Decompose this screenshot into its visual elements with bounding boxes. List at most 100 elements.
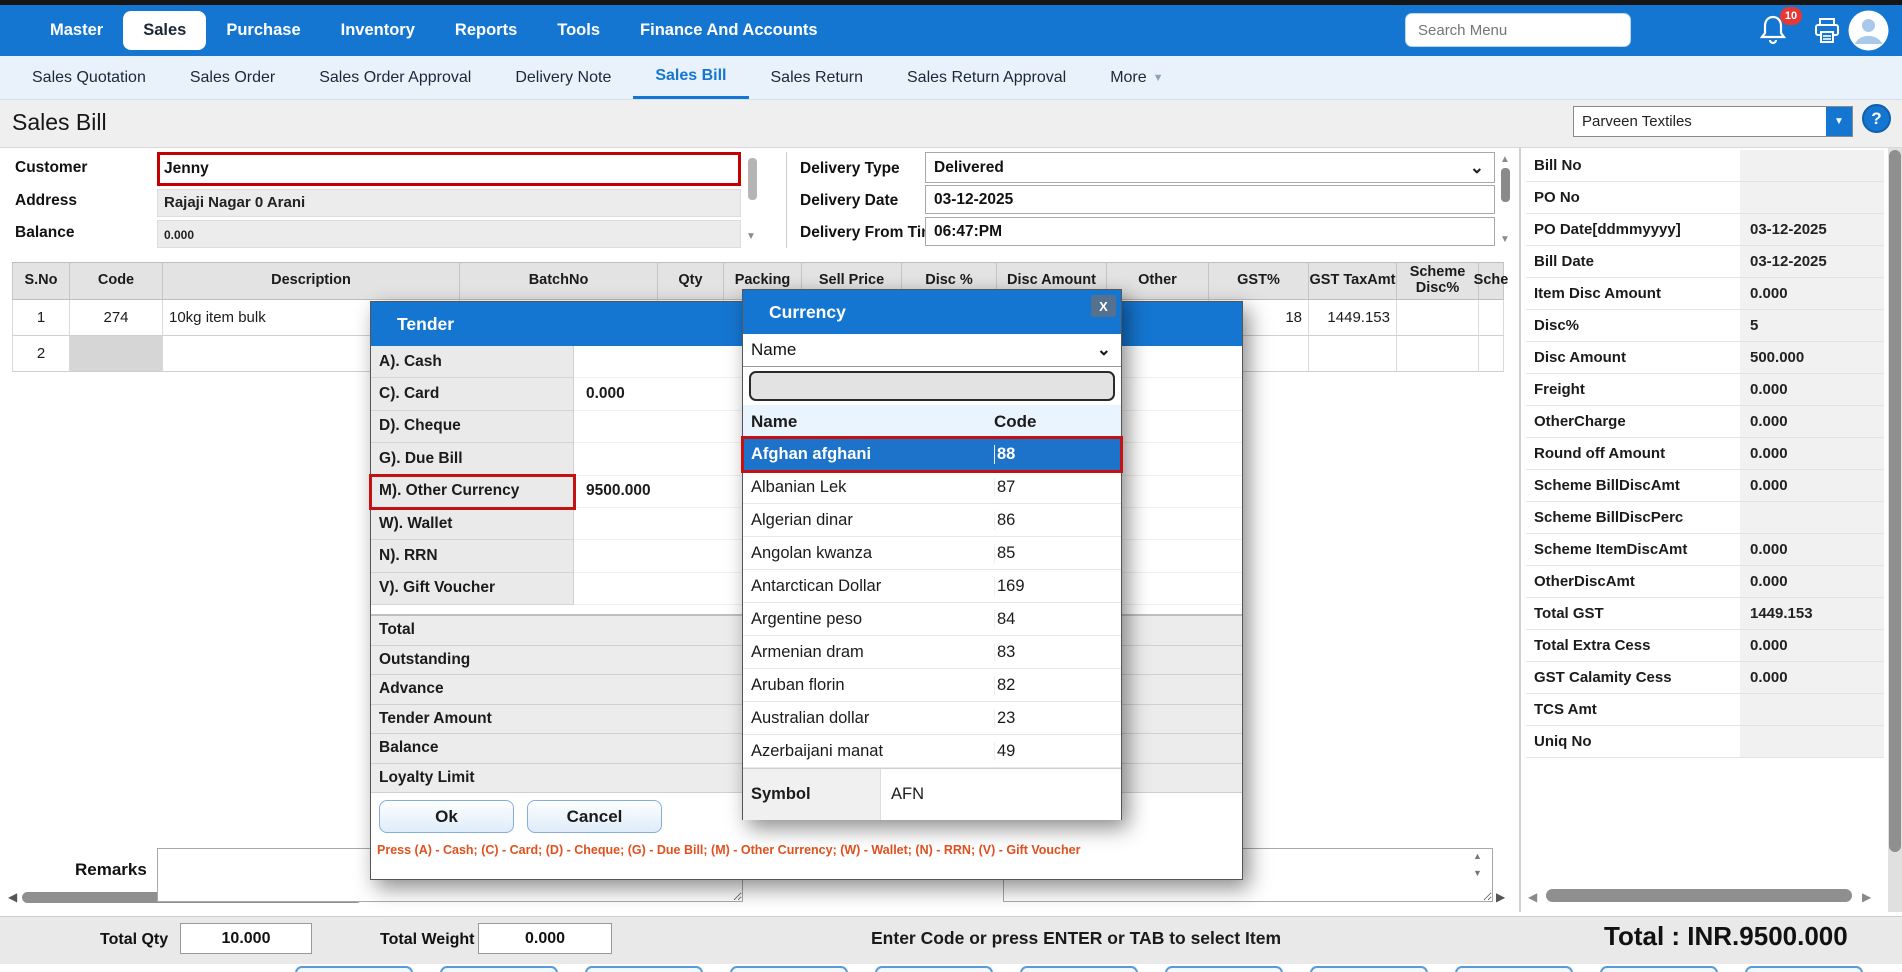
scroll-up-icon[interactable]: ▲ <box>1473 851 1482 861</box>
field-value[interactable] <box>1740 726 1884 757</box>
cancel-button[interactable]: Cancel <box>527 800 662 833</box>
subnav-sales-order[interactable]: Sales Order <box>168 56 297 99</box>
nav-inventory[interactable]: Inventory <box>321 11 435 50</box>
cell-scheme-cut[interactable] <box>1479 336 1504 372</box>
action-button-stub[interactable] <box>295 966 413 972</box>
field-value[interactable]: 03-12-2025 <box>1740 246 1884 277</box>
balance-field[interactable]: 0.000 <box>157 220 741 248</box>
nav-master[interactable]: Master <box>30 11 123 50</box>
total-weight-input[interactable] <box>478 923 612 954</box>
cell-gst-taxamt[interactable] <box>1309 336 1397 372</box>
action-button-stub[interactable] <box>440 966 558 972</box>
action-button-stub[interactable] <box>585 966 703 972</box>
currency-row[interactable]: Algerian dinar86 <box>743 504 1121 537</box>
field-value[interactable] <box>1740 182 1884 213</box>
subnav-sales-return[interactable]: Sales Return <box>749 56 886 99</box>
cell-sno[interactable]: 1 <box>12 300 70 336</box>
currency-row[interactable]: Armenian dram83 <box>743 636 1121 669</box>
nav-reports[interactable]: Reports <box>435 11 537 50</box>
customer-input[interactable] <box>160 155 738 183</box>
nav-purchase[interactable]: Purchase <box>206 11 320 50</box>
customer-scrollbar-thumb[interactable] <box>748 158 757 200</box>
field-value[interactable]: 03-12-2025 <box>1740 214 1884 245</box>
panel-hscroll-thumb[interactable] <box>1546 889 1852 902</box>
field-value[interactable]: 0.000 <box>1740 630 1884 661</box>
action-button-stub[interactable] <box>730 966 848 972</box>
field-value[interactable]: 0.000 <box>1740 470 1884 501</box>
tender-option-gift-voucher[interactable]: V). Gift Voucher <box>371 573 574 605</box>
scroll-down-icon[interactable]: ▼ <box>746 231 756 242</box>
delivery-from-time-input[interactable]: 06:47:PM <box>925 217 1495 246</box>
subnav-sales-quotation[interactable]: Sales Quotation <box>10 56 168 99</box>
currency-row[interactable]: Aruban florin82 <box>743 669 1121 702</box>
action-button-stub[interactable] <box>1165 966 1283 972</box>
field-value[interactable] <box>1740 694 1884 725</box>
subnav-delivery-note[interactable]: Delivery Note <box>493 56 633 99</box>
action-button-stub[interactable] <box>1310 966 1428 972</box>
help-button[interactable]: ? <box>1862 104 1891 133</box>
currency-filter-select[interactable]: Name ⌄ <box>743 334 1121 367</box>
scroll-left-icon[interactable]: ◀ <box>8 890 17 904</box>
panel-vscroll-thumb[interactable] <box>1889 150 1901 852</box>
total-qty-input[interactable] <box>180 923 312 954</box>
field-value[interactable]: 500.000 <box>1740 342 1884 373</box>
tender-option-other-currency-highlighted[interactable]: M). Other Currency <box>371 476 574 508</box>
field-value[interactable]: 0.000 <box>1740 278 1884 309</box>
subnav-sales-order-approval[interactable]: Sales Order Approval <box>297 56 493 99</box>
field-value[interactable]: 0.000 <box>1740 662 1884 693</box>
scroll-down-icon[interactable]: ▼ <box>1500 234 1510 245</box>
currency-row-selected[interactable]: Afghan afghani88 <box>743 438 1121 471</box>
subnav-sales-bill[interactable]: Sales Bill <box>633 56 748 99</box>
search-menu-input[interactable] <box>1405 13 1631 47</box>
cell-gst-taxamt[interactable]: 1449.153 <box>1309 300 1397 336</box>
tender-option-due-bill[interactable]: G). Due Bill <box>371 443 574 475</box>
company-select[interactable]: Parveen Textiles ▼ <box>1573 106 1853 137</box>
address-field[interactable]: Rajaji Nagar 0 Arani <box>157 189 741 217</box>
scroll-up-icon[interactable]: ▲ <box>1500 154 1510 165</box>
field-value[interactable] <box>1740 150 1884 181</box>
ok-button[interactable]: Ok <box>379 800 514 833</box>
scroll-right-icon[interactable]: ▶ <box>1496 890 1505 904</box>
close-icon[interactable]: X <box>1091 295 1116 317</box>
subnav-sales-return-approval[interactable]: Sales Return Approval <box>885 56 1088 99</box>
tender-option-cash[interactable]: A). Cash <box>371 346 574 378</box>
field-value[interactable]: 0.000 <box>1740 534 1884 565</box>
action-button-stub[interactable] <box>1745 966 1863 972</box>
cell-sno[interactable]: 2 <box>12 336 70 372</box>
action-button-stub[interactable] <box>1020 966 1138 972</box>
scroll-left-icon[interactable]: ◀ <box>1528 890 1537 904</box>
nav-sales[interactable]: Sales <box>123 11 206 50</box>
currency-search-input[interactable] <box>749 371 1115 401</box>
cell-scheme-disc[interactable] <box>1397 336 1479 372</box>
printer-icon[interactable] <box>1812 17 1842 50</box>
cell-code-focused[interactable] <box>70 336 163 372</box>
action-button-stub[interactable] <box>1600 966 1718 972</box>
field-value[interactable]: 0.000 <box>1740 566 1884 597</box>
field-value[interactable]: 0.000 <box>1740 438 1884 469</box>
field-value[interactable]: 5 <box>1740 310 1884 341</box>
tender-option-cheque[interactable]: D). Cheque <box>371 411 574 443</box>
currency-row[interactable]: Angolan kwanza85 <box>743 537 1121 570</box>
cell-scheme-disc[interactable] <box>1397 300 1479 336</box>
user-avatar[interactable] <box>1848 10 1889 56</box>
currency-row[interactable]: Albanian Lek87 <box>743 471 1121 504</box>
tender-option-wallet[interactable]: W). Wallet <box>371 508 574 540</box>
currency-row[interactable]: Argentine peso84 <box>743 603 1121 636</box>
tender-option-rrn[interactable]: N). RRN <box>371 540 574 572</box>
currency-row[interactable]: Australian dollar23 <box>743 702 1121 735</box>
subnav-more[interactable]: More ▼ <box>1088 56 1185 99</box>
scroll-right-icon[interactable]: ▶ <box>1862 890 1871 904</box>
delivery-scrollbar-thumb[interactable] <box>1501 168 1510 202</box>
field-value[interactable]: 0.000 <box>1740 406 1884 437</box>
delivery-type-select[interactable]: Delivered ⌄ <box>925 152 1495 183</box>
field-value[interactable] <box>1740 502 1884 533</box>
field-value[interactable]: 1449.153 <box>1740 598 1884 629</box>
cell-code[interactable]: 274 <box>70 300 163 336</box>
delivery-date-input[interactable]: 03-12-2025 <box>925 185 1495 214</box>
currency-row[interactable]: Azerbaijani manat49 <box>743 735 1121 768</box>
field-value[interactable]: 0.000 <box>1740 374 1884 405</box>
scroll-down-icon[interactable]: ▼ <box>1473 868 1482 878</box>
cell-scheme-cut[interactable] <box>1479 300 1504 336</box>
action-button-stub[interactable] <box>875 966 993 972</box>
tender-option-card[interactable]: C). Card <box>371 378 574 410</box>
